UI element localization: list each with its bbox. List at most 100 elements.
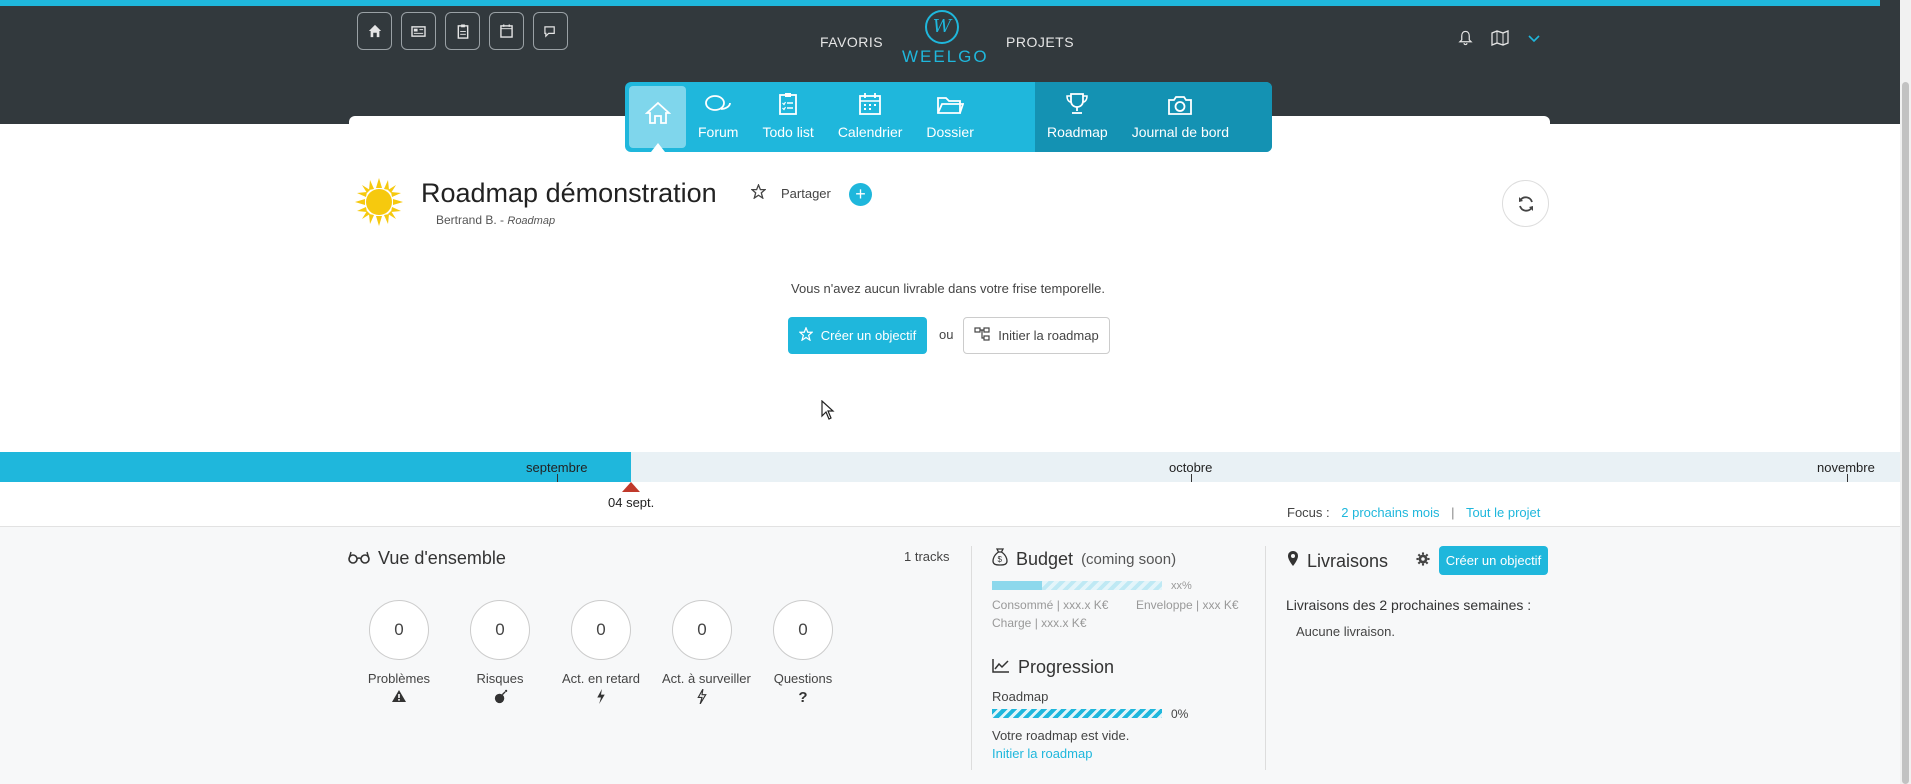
or-text: ou — [939, 327, 954, 342]
module-roadmap[interactable]: Roadmap — [1035, 86, 1120, 148]
module-label: Journal de bord — [1131, 124, 1229, 140]
focus-whole-project-link[interactable]: Tout le projet — [1466, 505, 1540, 520]
create-goal-button[interactable]: Créer un objectif — [788, 317, 927, 354]
stat-value: 0 — [369, 600, 429, 660]
timeline-bar[interactable]: septembre octobre novembre — [0, 452, 1900, 482]
stat-label: Act. en retard — [561, 671, 641, 686]
stat-late-actions[interactable]: 0 Act. en retard — [561, 600, 641, 708]
stat-value: 0 — [773, 600, 833, 660]
module-calendar[interactable]: Calendrier — [826, 86, 915, 148]
overview-title: Vue d'ensemble — [348, 548, 506, 569]
glasses-icon — [348, 548, 370, 569]
chevron-down-icon[interactable] — [1527, 30, 1541, 51]
budget-title-text: Budget — [1016, 549, 1074, 569]
news-icon[interactable] — [401, 12, 436, 50]
budget-charge: Charge | xxx.x K€ — [992, 616, 1087, 630]
progression-empty-text: Votre roadmap est vide. — [992, 728, 1130, 743]
init-roadmap-label: Initier la roadmap — [998, 328, 1099, 343]
page-title: Roadmap démonstration — [421, 178, 717, 208]
module-label: Dossier — [926, 124, 974, 140]
add-button[interactable]: + — [849, 183, 872, 206]
module-label: Calendrier — [837, 124, 903, 140]
star-icon — [798, 326, 814, 344]
clipboard-icon[interactable] — [445, 12, 480, 50]
author-name: Bertrand B. — [436, 213, 497, 227]
progression-title-text: Progression — [1018, 657, 1115, 677]
map-marker-icon — [1287, 550, 1299, 572]
bomb-icon — [460, 689, 540, 708]
quick-icons-toolbar — [357, 12, 568, 50]
module-nav-secondary: Roadmap Journal de bord — [1035, 82, 1272, 152]
focus-controls: Focus : 2 prochains mois | Tout le proje… — [1287, 505, 1540, 520]
empty-timeline-message: Vous n'avez aucun livrable dans votre fr… — [791, 281, 1105, 296]
projets-link[interactable]: PROJETS — [1006, 34, 1074, 50]
module-todo[interactable]: Todo list — [750, 86, 825, 148]
author-separator: - — [496, 213, 508, 227]
favoris-link[interactable]: FAVORIS — [820, 34, 883, 50]
weather-sun-icon — [355, 178, 403, 226]
module-home[interactable] — [629, 86, 686, 148]
module-label: Roadmap — [1047, 124, 1108, 140]
stat-value: 0 — [571, 600, 631, 660]
chat-icon[interactable] — [533, 12, 568, 50]
line-chart-icon — [992, 657, 1010, 678]
weelgo-logo[interactable]: W WEELGO — [902, 10, 989, 67]
page-subtitle: Bertrand B. - Roadmap — [436, 213, 555, 227]
bell-icon[interactable] — [1458, 30, 1473, 51]
create-goal-button[interactable]: Créer un objectif — [1439, 546, 1548, 575]
calendar-icon — [858, 92, 882, 120]
stat-label: Questions — [773, 671, 833, 686]
dashboard-panel — [0, 526, 1900, 784]
tracks-count: 1 tracks — [904, 549, 950, 564]
favorite-star-icon[interactable] — [750, 183, 767, 204]
progression-title: Progression — [992, 657, 1114, 678]
focus-label: Focus : — [1287, 505, 1330, 520]
module-label: Todo list — [762, 124, 814, 140]
module-forum[interactable]: Forum — [686, 86, 750, 148]
budget-title: $ Budget (coming soon) — [992, 548, 1176, 571]
init-roadmap-button[interactable]: Initier la roadmap — [963, 317, 1110, 354]
trophy-icon — [1064, 92, 1090, 120]
focus-next-months-link[interactable]: 2 prochains mois — [1341, 505, 1439, 520]
deliveries-title-text: Livraisons — [1307, 550, 1389, 571]
gear-icon[interactable] — [1416, 552, 1430, 570]
stat-label: Problèmes — [367, 671, 431, 686]
today-label: 04 sept. — [608, 495, 655, 510]
timeline-month-september: septembre — [526, 460, 588, 475]
money-bag-icon: $ — [992, 548, 1008, 571]
question-icon: ? — [798, 689, 808, 706]
stat-risks[interactable]: 0 Risques — [460, 600, 540, 708]
stat-label: Act. à surveiller — [662, 671, 751, 686]
timeline-month-october: octobre — [1169, 460, 1213, 475]
progression-percent: 0% — [1171, 707, 1189, 721]
stat-value: 0 — [672, 600, 732, 660]
budget-percent: xx% — [1171, 580, 1192, 592]
timeline-tick — [557, 474, 558, 482]
stat-watch-actions[interactable]: 0 Act. à surveiller — [662, 600, 751, 708]
page-scrollbar[interactable] — [1900, 0, 1911, 784]
overview-title-text: Vue d'ensemble — [378, 548, 506, 568]
focus-separator: | — [1451, 505, 1455, 520]
top-accent-line — [0, 0, 1880, 6]
module-dossier[interactable]: Dossier — [914, 86, 985, 148]
budget-envelope: Enveloppe | xxx K€ — [1136, 598, 1239, 612]
stat-questions[interactable]: 0 Questions ? — [763, 600, 843, 706]
logo-text: WEELGO — [902, 47, 989, 66]
warning-icon — [359, 689, 439, 707]
map-icon[interactable] — [1491, 30, 1509, 51]
module-journal[interactable]: Journal de bord — [1120, 86, 1241, 148]
refresh-button[interactable] — [1502, 180, 1549, 227]
home-icon[interactable] — [357, 12, 392, 50]
stat-label: Risques — [476, 671, 524, 686]
calendar-icon[interactable] — [489, 12, 524, 50]
timeline-tick — [1191, 474, 1192, 482]
deliveries-empty: Aucune livraison. — [1296, 624, 1395, 639]
scrollbar-thumb[interactable] — [1902, 82, 1909, 784]
bolt-outline-icon — [662, 688, 742, 708]
share-link[interactable]: Partager — [781, 186, 831, 201]
dashboard-divider — [971, 546, 972, 770]
budget-progress-fill — [992, 581, 1042, 590]
stat-problems[interactable]: 0 Problèmes — [359, 600, 439, 707]
progression-label: Roadmap — [992, 689, 1049, 704]
init-roadmap-link[interactable]: Initier la roadmap — [992, 746, 1092, 761]
